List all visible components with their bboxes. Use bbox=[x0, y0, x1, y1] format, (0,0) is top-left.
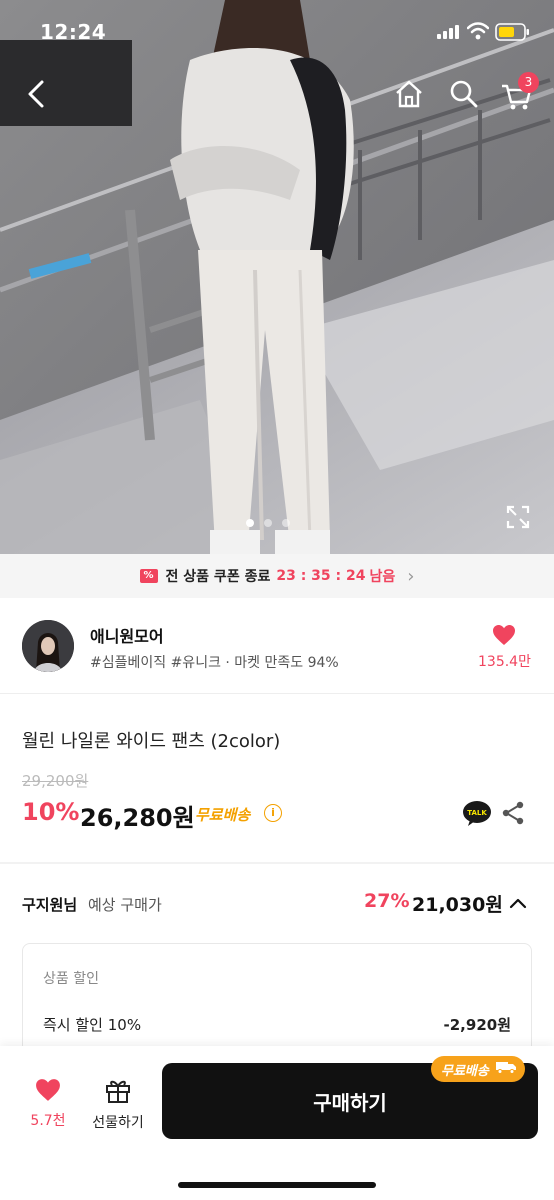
shop-like-count: 135.4만 bbox=[478, 654, 531, 670]
original-price: 29,200원 bbox=[22, 772, 89, 790]
shop-avatar[interactable] bbox=[22, 620, 74, 672]
sale-price: 26,280원 bbox=[80, 804, 195, 832]
svg-text:TALK: TALK bbox=[467, 809, 487, 817]
back-icon[interactable] bbox=[22, 76, 54, 112]
gallery-pagination bbox=[246, 519, 290, 527]
free-shipping-badge-label: 무료배송 bbox=[441, 1063, 489, 1079]
discount-item-value: -2,920원 bbox=[443, 1016, 511, 1034]
gift-label: 선물하기 bbox=[92, 1115, 144, 1131]
home-icon[interactable] bbox=[393, 78, 425, 110]
bottom-action-bar: 5.7천 선물하기 구매하기 무료배송 bbox=[0, 1046, 554, 1200]
kakao-talk-icon[interactable]: TALK bbox=[462, 800, 492, 826]
gallery-dot-active[interactable] bbox=[246, 519, 254, 527]
product-title: 월린 나일론 와이드 팬츠 (2color) bbox=[22, 731, 281, 752]
coupon-countdown: 23 : 35 : 24 bbox=[276, 568, 366, 584]
chevron-right-icon: › bbox=[407, 565, 415, 587]
gift-button[interactable]: 선물하기 bbox=[88, 1076, 148, 1132]
info-icon[interactable]: i bbox=[264, 804, 282, 822]
status-bar: 12:24 bbox=[0, 0, 554, 66]
cart-count-badge: 3 bbox=[518, 72, 539, 93]
status-time: 12:24 bbox=[40, 20, 107, 44]
free-shipping-badge: 무료배송 bbox=[431, 1056, 525, 1082]
user-name: 구지원님 bbox=[22, 896, 78, 914]
gift-icon bbox=[106, 1080, 130, 1103]
shop-info-row[interactable]: 애니원모어 #심플베이직 #유니크 · 마켓 만족도 94% 135.4만 bbox=[0, 598, 554, 694]
discount-box-title: 상품 할인 bbox=[43, 971, 99, 987]
discount-item-label: 즉시 할인 10% bbox=[43, 1016, 142, 1034]
shop-tags: #심플베이직 #유니크 · 마켓 만족도 94% bbox=[90, 655, 339, 671]
home-indicator bbox=[178, 1182, 376, 1188]
free-shipping-label: 무료배송 bbox=[195, 806, 251, 824]
chevron-up-icon[interactable] bbox=[508, 894, 528, 914]
truck-icon bbox=[495, 1060, 517, 1078]
coupon-countdown-banner[interactable]: % 전 상품 쿠폰 종료 23 : 35 : 24 남음 › bbox=[0, 554, 554, 598]
cellular-signal-icon bbox=[437, 25, 459, 39]
gallery-dot[interactable] bbox=[264, 519, 272, 527]
expected-price-label: 예상 구매가 bbox=[88, 896, 162, 914]
shop-name[interactable]: 애니원모어 bbox=[90, 623, 164, 647]
battery-icon bbox=[495, 23, 529, 41]
share-icon[interactable] bbox=[500, 800, 526, 826]
coupon-text: 전 상품 쿠폰 종료 bbox=[165, 569, 271, 585]
search-icon[interactable] bbox=[448, 78, 480, 110]
expected-price-row[interactable]: 구지원님 예상 구매가 27% 21,030원 bbox=[0, 870, 554, 936]
wifi-icon bbox=[467, 22, 489, 40]
coupon-icon: % bbox=[139, 569, 158, 583]
wishlist-count: 5.7천 bbox=[30, 1113, 66, 1129]
expected-discount-rate: 27% bbox=[364, 890, 410, 912]
coupon-remaining-label: 남음 bbox=[369, 569, 396, 585]
gallery-dot[interactable] bbox=[282, 519, 290, 527]
product-image-gallery[interactable]: 12:24 3 bbox=[0, 0, 554, 554]
expected-price: 21,030원 bbox=[412, 894, 503, 916]
discount-rate: 10% bbox=[22, 798, 80, 826]
wishlist-button[interactable]: 5.7천 bbox=[28, 1078, 68, 1130]
heart-icon bbox=[36, 1079, 60, 1101]
section-divider bbox=[0, 862, 554, 864]
shop-like-heart-icon[interactable] bbox=[492, 624, 516, 646]
expand-icon[interactable] bbox=[505, 504, 531, 530]
